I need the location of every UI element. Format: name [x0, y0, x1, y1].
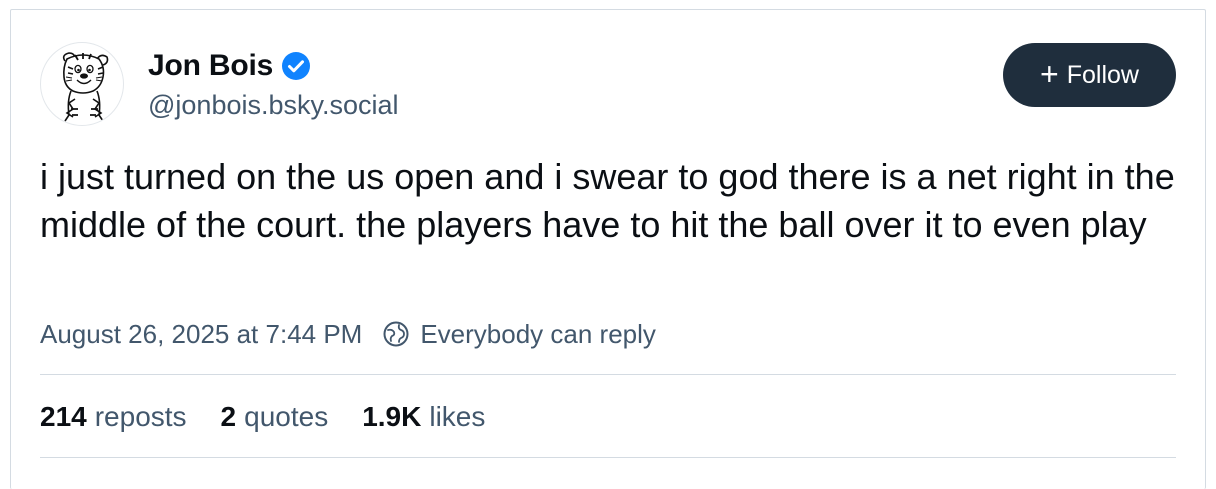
author-display-name[interactable]: Jon Bois — [148, 49, 273, 83]
likes-label: likes — [429, 401, 486, 432]
divider — [40, 374, 1176, 375]
quotes-label: quotes — [244, 401, 329, 432]
author-name-row: Jon Bois — [148, 46, 311, 86]
follow-button[interactable]: + Follow — [1003, 43, 1176, 107]
reposts-stat[interactable]: 214 reposts — [40, 401, 187, 433]
reposts-label: reposts — [94, 401, 187, 432]
verified-check-icon[interactable] — [281, 51, 311, 81]
quotes-count: 2 — [220, 401, 237, 432]
post-meta: August 26, 2025 at 7:44 PM Everybody can… — [40, 316, 656, 352]
follow-button-label: Follow — [1066, 60, 1139, 89]
likes-stat[interactable]: 1.9K likes — [362, 401, 485, 433]
likes-count: 1.9K — [362, 401, 422, 432]
reposts-count: 214 — [40, 401, 87, 432]
post-card: Jon Bois @jonbois.bsky.social + Follow i… — [10, 9, 1206, 489]
globe-icon — [382, 320, 410, 348]
post-timestamp[interactable]: August 26, 2025 at 7:44 PM — [40, 319, 362, 350]
author-handle[interactable]: @jonbois.bsky.social — [148, 90, 399, 121]
engagement-stats: 214 reposts 2 quotes 1.9K likes — [40, 397, 519, 437]
tiger-avatar-icon — [62, 52, 109, 122]
post-text: i just turned on the us open and i swear… — [40, 156, 1175, 245]
reply-setting[interactable]: Everybody can reply — [420, 319, 656, 350]
author-avatar[interactable] — [40, 42, 124, 126]
quotes-stat[interactable]: 2 quotes — [221, 401, 329, 433]
plus-icon: + — [1040, 55, 1059, 92]
divider — [40, 457, 1176, 458]
